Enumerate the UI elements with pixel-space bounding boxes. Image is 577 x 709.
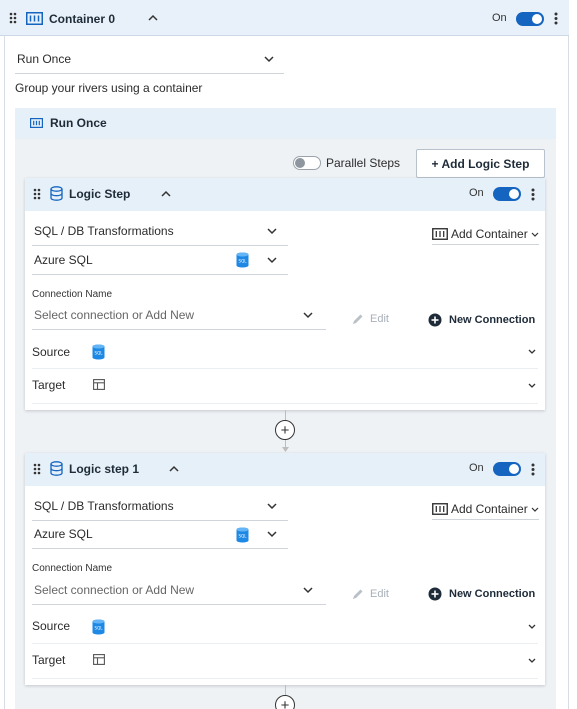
more-menu-icon[interactable] <box>531 188 535 201</box>
run-once-title: Run Once <box>50 116 107 130</box>
step-title: Logic Step <box>69 187 131 201</box>
chevron-down-icon[interactable] <box>528 658 536 663</box>
parallel-steps-label: Parallel Steps <box>326 156 401 170</box>
database-icon <box>50 186 63 201</box>
add-logic-step-label: + Add Logic Step <box>431 156 530 171</box>
target-label: Target <box>32 378 66 392</box>
chevron-down-icon[interactable] <box>528 349 536 354</box>
step-title: Logic step 1 <box>69 462 140 476</box>
source-row[interactable] <box>32 609 538 644</box>
chevron-down-icon[interactable] <box>264 56 274 63</box>
drag-handle-icon[interactable] <box>33 463 41 475</box>
step-toggle-label: On <box>469 187 484 199</box>
source-row[interactable] <box>32 334 538 369</box>
container-description: Group your rivers using a container <box>15 81 203 95</box>
chevron-down-icon <box>531 232 539 237</box>
step-toggle[interactable] <box>493 462 521 476</box>
pencil-icon <box>353 314 363 324</box>
target-label: Target <box>32 653 66 667</box>
target-row[interactable] <box>32 644 538 679</box>
database-icon <box>50 461 63 476</box>
container-toggle-label: On <box>492 12 507 24</box>
chevron-down-icon[interactable] <box>303 587 313 594</box>
add-container-label: Add Container <box>451 502 528 516</box>
step-type-value: SQL / DB Transformations <box>34 499 174 513</box>
connection-name-label: Connection Name <box>32 289 113 300</box>
step-type-value: SQL / DB Transformations <box>34 224 174 238</box>
add-container-label: Add Container <box>451 227 528 241</box>
drag-handle-icon[interactable] <box>9 12 17 24</box>
add-step-plus-button[interactable]: + <box>275 420 295 440</box>
chevron-down-icon[interactable] <box>528 383 536 388</box>
chevron-down-icon[interactable] <box>267 257 277 264</box>
chevron-down-icon <box>531 507 539 512</box>
azure-sql-icon: SQL <box>236 252 249 268</box>
connector-line <box>285 410 286 420</box>
azure-sql-icon: SQL <box>92 619 105 635</box>
run-mode-value: Run Once <box>17 52 72 66</box>
svg-text:SQL: SQL <box>239 534 248 539</box>
container-toggle[interactable] <box>516 12 544 26</box>
svg-text:SQL: SQL <box>95 626 104 631</box>
new-connection-label: New Connection <box>449 314 536 326</box>
database-value: Azure SQL <box>34 527 93 541</box>
svg-text:SQL: SQL <box>239 259 248 264</box>
drag-handle-icon[interactable] <box>33 188 41 200</box>
chevron-down-icon[interactable] <box>303 312 313 319</box>
container-icon <box>432 228 448 240</box>
plus-circle-icon <box>428 587 442 601</box>
connector-line <box>285 685 286 695</box>
new-connection-button[interactable]: New Connection <box>428 313 535 327</box>
step-toggle[interactable] <box>493 187 521 201</box>
table-icon <box>93 654 105 665</box>
container-icon <box>432 503 448 515</box>
chevron-down-icon[interactable] <box>267 503 277 510</box>
container-title: Container 0 <box>49 12 116 26</box>
chevron-down-icon[interactable] <box>528 624 536 629</box>
edit-connection-button[interactable]: Edit <box>352 313 389 325</box>
connection-name-label: Connection Name <box>32 563 113 574</box>
edit-connection-button[interactable]: Edit <box>352 588 389 600</box>
azure-sql-icon: SQL <box>236 527 249 543</box>
chevron-up-icon[interactable] <box>169 465 179 472</box>
chevron-down-icon[interactable] <box>267 228 277 235</box>
new-connection-button[interactable]: New Connection <box>428 587 535 601</box>
more-menu-icon[interactable] <box>554 12 558 25</box>
add-container-button[interactable]: Add Container <box>432 502 539 520</box>
add-container-button[interactable]: Add Container <box>432 227 539 245</box>
source-label: Source <box>32 345 71 359</box>
table-icon <box>93 379 105 390</box>
source-label: Source <box>32 619 71 633</box>
arrow-down-icon <box>282 447 289 452</box>
step-toggle-label: On <box>469 462 484 474</box>
svg-text:SQL: SQL <box>95 351 104 356</box>
add-step-plus-button[interactable]: + <box>275 695 295 709</box>
container-icon <box>30 118 43 128</box>
edit-label: Edit <box>370 313 389 325</box>
chevron-up-icon[interactable] <box>148 14 158 21</box>
edit-label: Edit <box>370 588 389 600</box>
more-menu-icon[interactable] <box>531 463 535 476</box>
chevron-up-icon[interactable] <box>161 190 171 197</box>
plus-circle-icon <box>428 313 442 327</box>
pencil-icon <box>353 589 363 599</box>
connection-placeholder: Select connection or Add New <box>34 583 195 597</box>
parallel-steps-toggle[interactable] <box>293 156 321 170</box>
chevron-down-icon[interactable] <box>267 531 277 538</box>
azure-sql-icon: SQL <box>92 344 105 360</box>
new-connection-label: New Connection <box>449 588 536 600</box>
connection-placeholder: Select connection or Add New <box>34 308 195 322</box>
container-icon <box>26 12 43 25</box>
add-logic-step-button[interactable]: + Add Logic Step <box>416 149 545 178</box>
target-row[interactable] <box>32 369 538 404</box>
database-value: Azure SQL <box>34 253 93 267</box>
